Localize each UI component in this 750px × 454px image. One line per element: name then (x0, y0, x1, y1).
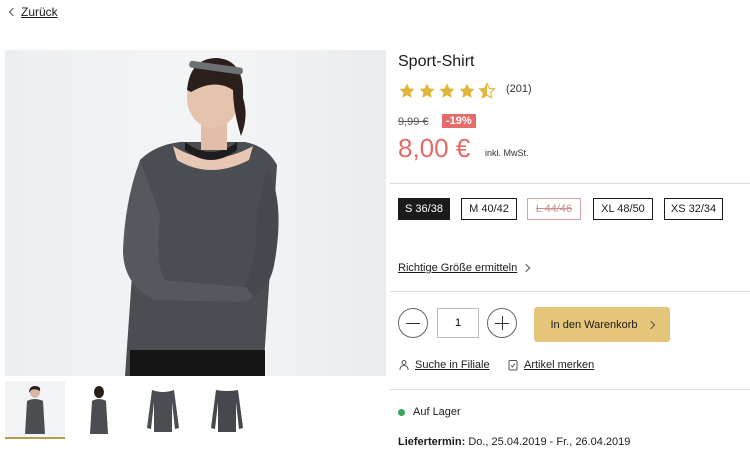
star-full-icon (399, 83, 415, 98)
size-option-xl[interactable]: XL 48/50 (593, 198, 653, 220)
delivery-info: Liefertermin: Do., 25.04.2019 - Fr., 26.… (398, 436, 630, 448)
rating-stars[interactable] (398, 82, 496, 100)
quantity-input[interactable] (437, 308, 479, 338)
discount-badge: -19% (442, 114, 476, 128)
thumbnail-back-view[interactable] (69, 381, 129, 437)
old-price: 9,99 € (398, 116, 429, 128)
remember-item-link[interactable]: Artikel merken (507, 359, 594, 371)
size-label: L 44/46 (535, 203, 573, 215)
thumbnail-shirt-back[interactable] (197, 381, 257, 437)
size-label: XL 48/50 (601, 203, 645, 215)
size-label: XS 32/34 (670, 203, 717, 215)
size-guide-link[interactable]: Richtige Größe ermitteln (398, 262, 531, 274)
product-title: Sport-Shirt (398, 53, 475, 70)
size-label: M 40/42 (469, 203, 509, 215)
product-main-image[interactable] (5, 50, 386, 376)
size-option-xs[interactable]: XS 32/34 (664, 198, 723, 220)
delivery-label: Liefertermin: (398, 436, 466, 448)
remember-item-label: Artikel merken (524, 359, 595, 371)
size-option-m[interactable]: M 40/42 (461, 198, 517, 220)
divider (390, 389, 750, 390)
size-option-s[interactable]: S 36/38 (398, 198, 450, 220)
add-to-cart-label: In den Warenkorb (550, 318, 638, 331)
star-full-icon (439, 83, 455, 98)
person-icon (399, 360, 409, 371)
store-search-label: Suche in Filiale (415, 359, 490, 371)
star-full-icon (459, 83, 475, 98)
stock-status-label: Auf Lager (413, 406, 461, 418)
decrease-quantity-button[interactable] (398, 308, 428, 338)
current-price: 8,00 € (398, 133, 471, 163)
chevron-left-icon (8, 7, 18, 17)
divider (390, 291, 750, 292)
minus-icon (406, 323, 420, 324)
add-to-cart-button[interactable]: In den Warenkorb (534, 307, 670, 342)
thumbnail-shirt-front[interactable] (133, 381, 193, 437)
size-option-l: L 44/46 (527, 198, 581, 220)
delivery-dates: Do., 25.04.2019 - Fr., 26.04.2019 (468, 436, 631, 448)
back-link[interactable]: Zurück (8, 5, 58, 19)
chevron-right-icon (521, 263, 531, 273)
divider (390, 183, 750, 184)
size-label: S 36/38 (405, 203, 443, 215)
clipboard-check-icon (508, 360, 518, 371)
review-count[interactable]: (201) (506, 83, 532, 95)
vat-note: inkl. MwSt. (485, 148, 529, 158)
size-guide-label: Richtige Größe ermitteln (398, 262, 518, 274)
stock-status: Auf Lager (398, 406, 461, 418)
increase-quantity-button[interactable] (487, 308, 517, 338)
back-link-label: Zurück (21, 5, 58, 19)
plus-icon-bar (502, 316, 503, 330)
in-stock-dot-icon (398, 408, 405, 416)
star-half-icon (478, 82, 496, 99)
star-full-icon (419, 83, 435, 98)
store-search-link[interactable]: Suche in Filiale (398, 359, 490, 371)
chevron-right-icon (646, 320, 655, 329)
thumbnail-strip (5, 381, 386, 439)
thumbnail-front-view[interactable] (5, 381, 65, 439)
